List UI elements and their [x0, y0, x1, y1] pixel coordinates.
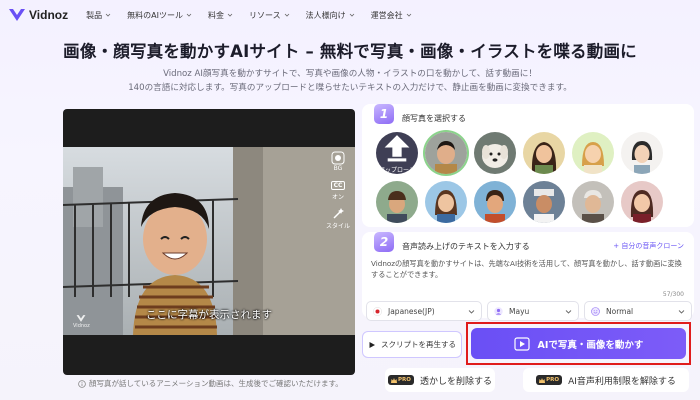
style-button[interactable]: スタイル	[325, 207, 351, 230]
voice-value: Mayu	[509, 306, 530, 316]
page-title: 画像・顔写真を動かすAIサイト – 無料で写真・画像・イラストを喋る動画に	[63, 42, 637, 61]
nav-item-resources[interactable]: リソース	[249, 10, 290, 21]
face-option-2[interactable]	[474, 132, 516, 174]
language-select[interactable]: Japanese(JP)	[366, 301, 482, 321]
emotion-value: Normal	[606, 306, 634, 316]
style-label: スタイル	[325, 223, 350, 230]
brand-logo[interactable]: Vidnoz	[8, 7, 68, 23]
brand-name: Vidnoz	[29, 8, 69, 22]
subtitle-line-1: Vidnoz AI顔写真を動かすサイトで、写真や画像の人物・イラストの口を動かし…	[163, 69, 537, 79]
chevron-down-icon	[678, 309, 685, 314]
video-preview: BG CC オン スタイル ここに字幕が表示されます Vidnoz	[63, 109, 355, 375]
chevron-down-icon	[565, 309, 572, 314]
face-option-6[interactable]	[376, 181, 418, 223]
step-1-title: 顔写真を選択する	[402, 114, 466, 123]
preview-note: 顔写真が話しているアニメーション動画は、生成後でご確認いただけます。	[78, 378, 343, 389]
chevron-down-icon	[468, 309, 475, 314]
face-gallery: アップロード	[376, 132, 686, 223]
nav-item-products[interactable]: 製品	[86, 10, 111, 21]
upload-arrow-icon	[384, 135, 410, 162]
face-option-10[interactable]	[572, 181, 614, 223]
face-option-4[interactable]	[572, 132, 614, 174]
step-1-number: 1	[374, 104, 394, 124]
animate-face-icon	[513, 336, 530, 351]
face-option-1[interactable]	[425, 132, 467, 174]
chevron-down-icon	[105, 13, 111, 17]
voice-clone-link[interactable]: + 自分の音声クローン	[613, 241, 684, 251]
face-option-8[interactable]	[474, 181, 516, 223]
remove-watermark-button[interactable]: PRO 透かしを削除する	[385, 368, 495, 392]
nav-item-business[interactable]: 法人様向け	[306, 10, 355, 21]
magic-wand-icon	[328, 207, 348, 221]
crown-icon	[539, 377, 546, 383]
upload-button[interactable]: アップロード	[376, 132, 418, 174]
animate-photo-button[interactable]: AIで写真・画像を動かす	[471, 328, 686, 359]
language-value: Japanese(JP)	[388, 306, 435, 316]
nav-item-company[interactable]: 運営会社	[371, 10, 412, 21]
background-icon	[328, 151, 348, 165]
remove-voice-limit-button[interactable]: PRO AI音声利用制限を解除する	[523, 368, 689, 392]
nav-item-pricing[interactable]: 料金	[208, 10, 233, 21]
face-option-3[interactable]	[523, 132, 565, 174]
cc-label: CC	[330, 180, 346, 190]
step-2-title: 音声読み上げのテキストを入力する	[402, 242, 530, 251]
face-option-11[interactable]	[621, 181, 663, 223]
vidnoz-logo-icon	[9, 9, 25, 21]
step-2-number: 2	[374, 232, 394, 252]
background-label: BG	[333, 165, 343, 172]
remove-voice-limit-label: AI音声利用制限を解除する	[568, 376, 676, 387]
watermark-text: Vidnoz	[73, 323, 90, 329]
play-icon	[369, 341, 375, 348]
pro-badge: PRO	[388, 375, 414, 385]
character-counter: 57/300	[662, 291, 684, 298]
chevron-down-icon	[284, 13, 289, 17]
smile-icon	[591, 306, 600, 316]
subtitle-toggle[interactable]: CC オン	[325, 178, 351, 201]
preview-note-text: 顔写真が話しているアニメーション動画は、生成後でご確認いただけます。	[89, 379, 343, 388]
subtitle-caption: ここに字幕が表示されます	[146, 309, 272, 321]
chevron-down-icon	[227, 13, 233, 17]
emotion-select[interactable]: Normal	[584, 301, 692, 321]
pro-badge: PRO	[536, 375, 563, 385]
upload-label: アップロード	[378, 167, 415, 174]
japan-flag-icon	[373, 306, 382, 316]
face-option-7[interactable]	[425, 181, 467, 223]
step-1-panel: 1 顔写真を選択する アップロード	[362, 104, 694, 227]
play-script-label: スクリプトを再生する	[381, 340, 456, 349]
top-nav: Vidnoz 製品 無料のAIツール 料金 リソース 法人様向け 運営会社	[0, 0, 700, 30]
nav-item-free-tools[interactable]: 無料のAIツール	[127, 10, 192, 21]
page-subtitle: Vidnoz AI顔写真を動かすサイトで、写真や画像の人物・イラストの口を動かし…	[0, 67, 700, 95]
play-script-button[interactable]: スクリプトを再生する	[362, 331, 462, 358]
face-option-9[interactable]	[523, 181, 565, 223]
chevron-down-icon	[349, 13, 354, 17]
subtitle-label: オン	[331, 194, 344, 201]
face-option-5[interactable]	[621, 132, 663, 174]
watermark: Vidnoz	[73, 314, 90, 329]
voice-select[interactable]: Mayu	[487, 301, 579, 321]
remove-watermark-label: 透かしを削除する	[419, 376, 492, 387]
vidnoz-watermark-icon	[76, 315, 86, 322]
script-textarea[interactable]: Vidnozの顔写真を動かすサイトは、先端なAI技術を活用して、顔写真を動かし、…	[371, 258, 687, 280]
voice-avatar-icon	[494, 306, 503, 316]
preview-tool-rail: BG CC オン スタイル	[325, 151, 351, 230]
chevron-down-icon	[186, 13, 192, 17]
animate-photo-label: AIで写真・画像を動かす	[537, 339, 644, 351]
highlight-box: AIで写真・画像を動かす	[466, 322, 691, 365]
background-toggle[interactable]: BG	[325, 151, 351, 172]
crown-icon	[391, 377, 398, 383]
chevron-down-icon	[406, 13, 411, 17]
subtitle-line-2: 140の言語に対応します。写真のアップロードと喋らせたいテキストの入力だけで、静…	[128, 83, 572, 93]
closed-caption-icon: CC	[328, 178, 348, 192]
info-icon	[78, 379, 86, 388]
